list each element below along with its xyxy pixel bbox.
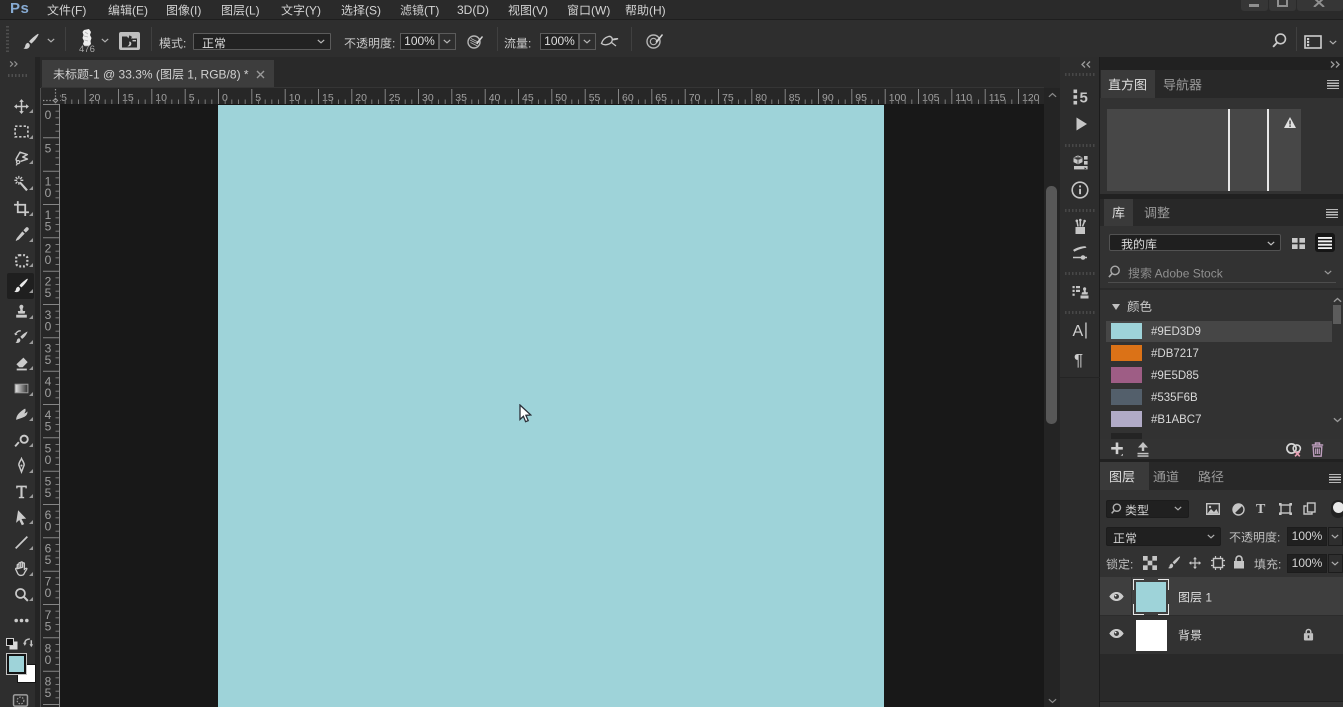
svg-text:0: 0 — [45, 453, 52, 467]
svg-text:5: 5 — [45, 141, 52, 155]
svg-text:0: 0 — [45, 520, 52, 534]
svg-text:0: 0 — [45, 320, 52, 334]
svg-text:5: 5 — [45, 486, 52, 500]
svg-text:0: 0 — [45, 386, 52, 400]
svg-text:5: 5 — [45, 553, 52, 567]
svg-text:5: 5 — [45, 686, 52, 700]
svg-text:0: 0 — [45, 186, 52, 200]
svg-text:115: 115 — [989, 92, 1006, 104]
svg-text:0: 0 — [45, 253, 52, 267]
svg-text:0: 0 — [45, 586, 52, 600]
svg-text:105: 105 — [922, 92, 940, 104]
svg-text:5: 5 — [45, 286, 52, 300]
svg-text:0: 0 — [45, 108, 52, 122]
svg-text:120: 120 — [1022, 92, 1040, 104]
svg-text:0: 0 — [45, 653, 52, 667]
svg-text:¶: ¶ — [1074, 351, 1083, 369]
svg-text:5: 5 — [45, 620, 52, 634]
svg-text:5: 5 — [45, 353, 52, 367]
svg-text:110: 110 — [955, 92, 972, 104]
svg-text:5: 5 — [45, 420, 52, 434]
svg-text:5: 5 — [1080, 90, 1088, 107]
svg-text:A: A — [1073, 323, 1084, 339]
svg-text:25: 25 — [60, 92, 67, 104]
svg-text:5: 5 — [45, 220, 52, 234]
